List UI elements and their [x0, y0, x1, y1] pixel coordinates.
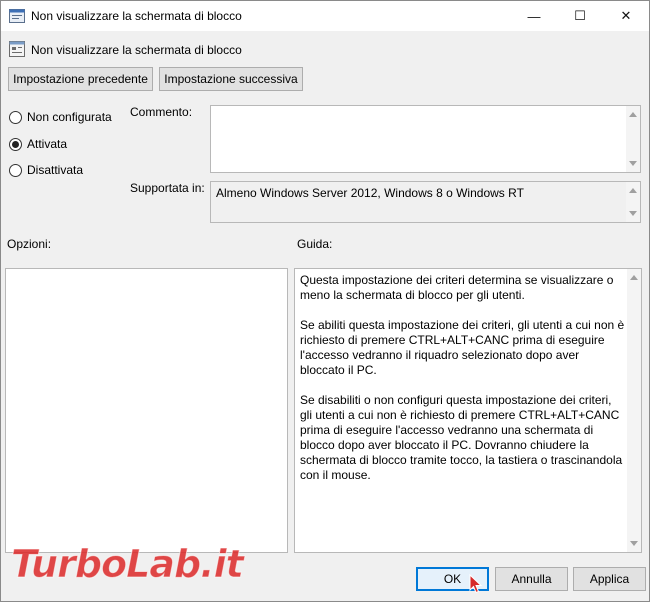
apply-button[interactable]: Applica [573, 567, 646, 591]
radio-circle[interactable] [9, 163, 22, 177]
radio-not-configured[interactable]: Non configurata [9, 110, 112, 124]
close-icon: ✕ [620, 8, 632, 23]
options-label: Opzioni: [7, 237, 52, 251]
supported-value: Almeno Windows Server 2012, Windows 8 o … [216, 186, 524, 200]
minimize-button[interactable]: — [511, 1, 557, 31]
radio-label: Attivata [27, 137, 68, 151]
maximize-icon: ☐ [574, 8, 586, 23]
minimize-icon: — [527, 8, 541, 24]
watermark-logo: TurboLab.it [11, 542, 245, 587]
supported-label: Supportata in: [130, 181, 205, 195]
policy-dialog: Non visualizzare la schermata di blocco … [0, 0, 650, 602]
options-panel [5, 268, 288, 553]
policy-name: Non visualizzare la schermata di blocco [31, 43, 242, 57]
help-paragraph: Questa impostazione dei criteri determin… [300, 273, 614, 302]
supported-scrollbar[interactable] [626, 182, 640, 222]
help-text: Questa impostazione dei criteri determin… [300, 273, 625, 498]
close-button[interactable]: ✕ [603, 1, 649, 31]
title-bar[interactable]: Non visualizzare la schermata di blocco … [1, 1, 649, 31]
scroll-up-icon[interactable] [630, 275, 638, 280]
comment-label: Commento: [130, 105, 193, 119]
radio-disabled[interactable]: Disattivata [9, 163, 83, 177]
scroll-down-icon[interactable] [629, 211, 637, 216]
help-paragraph: Se abiliti questa impostazione dei crite… [300, 318, 625, 377]
scroll-up-icon[interactable] [629, 112, 637, 117]
radio-enabled[interactable]: Attivata [9, 137, 67, 151]
scroll-up-icon[interactable] [629, 188, 637, 193]
policy-setting-icon [9, 41, 25, 57]
radio-selected-dot [12, 140, 19, 148]
help-label: Guida: [297, 237, 333, 251]
radio-circle[interactable] [9, 110, 22, 124]
comment-scrollbar[interactable] [626, 106, 640, 172]
help-panel: Questa impostazione dei criteri determin… [294, 268, 642, 553]
scroll-down-icon[interactable] [629, 161, 637, 166]
radio-circle-selected[interactable] [9, 137, 22, 151]
radio-label: Non configurata [27, 110, 112, 124]
help-scrollbar[interactable] [627, 269, 641, 552]
next-setting-button[interactable]: Impostazione successiva [159, 67, 303, 91]
radio-label: Disattivata [27, 163, 84, 177]
comment-textarea[interactable] [210, 105, 641, 173]
cancel-button[interactable]: Annulla [495, 567, 568, 591]
scroll-down-icon[interactable] [630, 541, 638, 546]
supported-field: Almeno Windows Server 2012, Windows 8 o … [210, 181, 641, 223]
window-title: Non visualizzare la schermata di blocco [31, 9, 242, 23]
maximize-button[interactable]: ☐ [557, 1, 603, 31]
mouse-cursor-icon [469, 574, 483, 594]
previous-setting-button[interactable]: Impostazione precedente [8, 67, 153, 91]
help-paragraph: Se disabiliti o non configuri questa imp… [300, 393, 623, 482]
window-app-icon [9, 9, 25, 23]
